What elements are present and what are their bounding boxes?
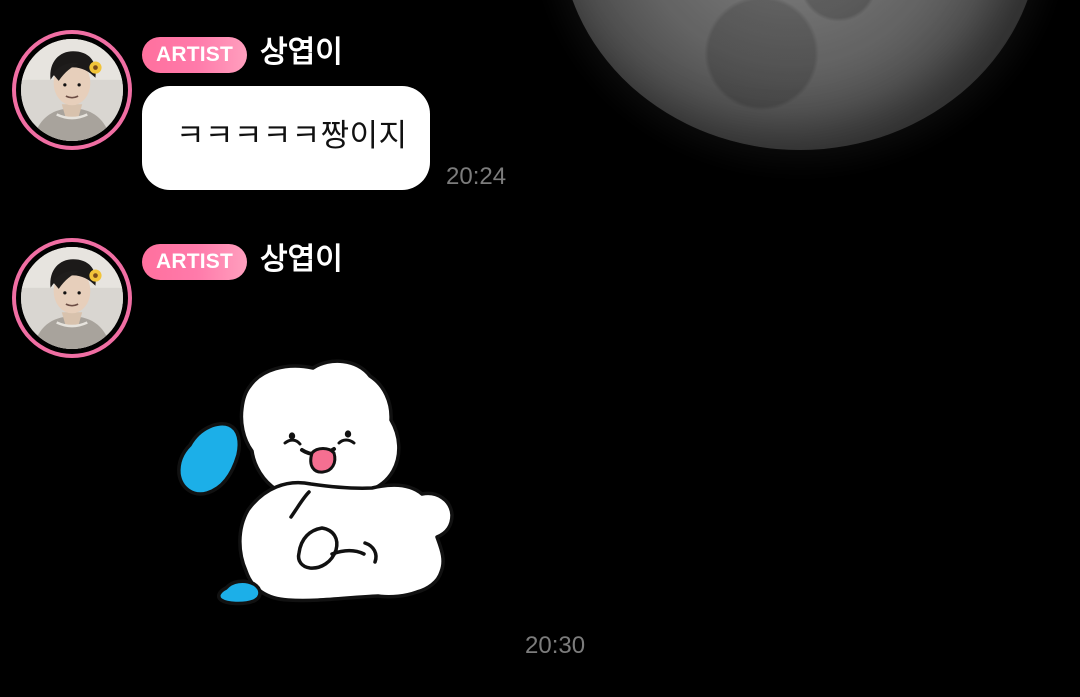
- puppy-sticker-icon[interactable]: [166, 352, 488, 628]
- artist-badge: ARTIST: [142, 244, 248, 280]
- sender-name: 상엽이: [260, 242, 343, 277]
- avatar-frame: [16, 242, 128, 354]
- puppy-sticker-icon: [177, 359, 454, 606]
- profile-avatar-icon: [21, 247, 123, 349]
- profile-avatar-icon: [21, 39, 123, 141]
- message-time: 20:24: [446, 163, 507, 190]
- profile-avatar[interactable]: [12, 30, 132, 150]
- profile-avatar-icon: [21, 247, 123, 349]
- profile-avatar[interactable]: [12, 238, 132, 358]
- profile-avatar-icon: [21, 39, 123, 141]
- artist-badge: ARTIST: [142, 37, 248, 73]
- message-time: 20:30: [525, 632, 586, 659]
- sender-name: 상엽이: [260, 35, 343, 70]
- message-bubble[interactable]: ㅋㅋㅋㅋㅋ짱이지: [142, 86, 430, 190]
- moon-icon: [560, 0, 1040, 150]
- chat-screen: ARTIST 상엽이 ㅋㅋㅋㅋㅋ짱이지 20:24 ARTIST 상엽이 20:…: [0, 0, 1080, 697]
- message-text: ㅋㅋㅋㅋㅋ짱이지: [176, 118, 408, 154]
- avatar-frame: [16, 34, 128, 146]
